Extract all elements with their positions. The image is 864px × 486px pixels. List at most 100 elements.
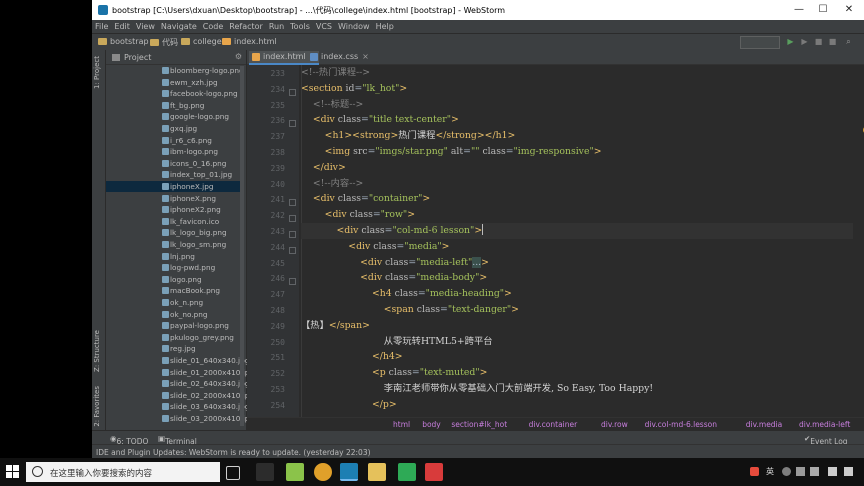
menu-vcs[interactable]: VCS — [313, 20, 335, 33]
breadcrumb-item[interactable]: div.media-left — [799, 420, 850, 429]
windows-start-icon[interactable] — [6, 465, 20, 479]
project-file-item[interactable]: google-logo.png — [106, 111, 240, 122]
todo-tool-tab[interactable]: ◉ 6: TODO — [110, 434, 148, 446]
menu-edit[interactable]: Edit — [111, 20, 133, 33]
close-tab-icon[interactable]: × — [362, 52, 369, 61]
project-file-item[interactable]: ok_n.png — [106, 297, 240, 308]
project-file-item[interactable]: ft_bg.png — [106, 100, 240, 111]
project-file-item[interactable]: ibm-logo.png — [106, 146, 240, 157]
fold-toggle-icon[interactable] — [289, 278, 296, 286]
project-file-item[interactable]: slide_01_2000x410.jpg — [106, 367, 254, 378]
app-icon-store[interactable] — [286, 463, 304, 481]
project-file-item[interactable]: facebook-logo.png — [106, 88, 240, 99]
project-file-item[interactable]: iphoneX.jpg — [106, 181, 240, 192]
menu-run[interactable]: Run — [266, 20, 287, 33]
breadcrumb-item[interactable]: section#lk_hot — [451, 420, 507, 429]
project-file-item[interactable]: bloomberg-logo.png — [106, 65, 244, 76]
nav-crumb-index-html[interactable]: index.html — [222, 37, 277, 46]
app-icon-red[interactable] — [425, 463, 443, 481]
project-file-item[interactable]: ewm_xzh.jpg — [106, 77, 240, 88]
project-file-item[interactable]: logo.png — [106, 274, 240, 285]
project-panel-header[interactable]: Project ⚙ — [106, 50, 246, 65]
menu-refactor[interactable]: Refactor — [226, 20, 266, 33]
project-file-item[interactable]: i_r6_c6.png — [106, 135, 240, 146]
fold-toggle-icon[interactable] — [289, 120, 296, 128]
coverage-icon[interactable]: ■ — [814, 37, 823, 46]
project-file-item[interactable]: slide_03_640x340.jpg — [106, 401, 249, 412]
menu-view[interactable]: View — [133, 20, 158, 33]
menu-window[interactable]: Window — [335, 20, 373, 33]
project-file-item[interactable]: lnj.png — [106, 251, 240, 262]
fold-toggle-icon[interactable] — [289, 88, 296, 96]
nav-crumb-bootstrap[interactable]: bootstrap — [98, 37, 149, 46]
run-config-dropdown[interactable] — [740, 36, 780, 49]
status-message[interactable]: IDE and Plugin Updates: WebStorm is read… — [96, 448, 371, 457]
project-file-item[interactable]: iphoneX.png — [106, 193, 240, 204]
sogou-ime-icon[interactable] — [750, 467, 759, 476]
network-icon[interactable] — [828, 467, 837, 476]
project-file-item[interactable]: paypal-logo.png — [106, 320, 240, 331]
project-file-item[interactable]: iphoneX2.png — [106, 204, 240, 215]
project-file-item[interactable]: gxq.jpg — [106, 123, 240, 134]
webstorm-taskbar-icon[interactable] — [340, 463, 358, 481]
project-file-item[interactable]: ok_no.png — [106, 309, 240, 320]
project-file-item[interactable]: lk_logo_sm.png — [106, 239, 240, 250]
tab-index-css[interactable]: index.css × — [307, 51, 375, 63]
nav-crumb-college[interactable]: college — [181, 37, 222, 46]
debug-icon[interactable]: ▶ — [800, 37, 809, 46]
run-icon[interactable]: ▶ — [786, 37, 795, 46]
app-icon-pinwheel[interactable] — [256, 463, 274, 481]
project-file-item[interactable]: slide_02_640x340.jpg — [106, 378, 249, 389]
fold-toggle-icon[interactable] — [289, 199, 296, 207]
menu-help[interactable]: Help — [373, 20, 397, 33]
breadcrumb-item[interactable]: body — [422, 420, 441, 429]
favorites-tool-tab[interactable]: 2: Favorites — [93, 386, 101, 427]
breadcrumb-item[interactable]: html — [393, 420, 410, 429]
ime-language-indicator[interactable]: 英 — [766, 466, 774, 477]
menu-navigate[interactable]: Navigate — [158, 20, 200, 33]
menu-tools[interactable]: Tools — [287, 20, 313, 33]
settings-icon[interactable] — [810, 467, 819, 476]
file-explorer-icon[interactable] — [368, 463, 386, 481]
stop-icon[interactable]: ■ — [828, 37, 837, 46]
keyboard-icon[interactable] — [796, 467, 805, 476]
minimize-button[interactable]: — — [792, 3, 806, 17]
fold-toggle-icon[interactable] — [289, 215, 296, 223]
mic-icon[interactable] — [782, 467, 791, 476]
search-everywhere-icon[interactable]: ⌕ — [844, 37, 853, 46]
project-scrollbar[interactable] — [240, 66, 244, 426]
task-view-icon[interactable] — [226, 466, 240, 480]
project-file-item[interactable]: lk_logo_big.png — [106, 227, 240, 238]
project-file-item[interactable]: slide_03_2000x410.jpg — [106, 413, 254, 424]
breadcrumb-item[interactable]: div.col-md-6.lesson — [645, 420, 717, 429]
maximize-button[interactable]: ☐ — [816, 3, 830, 17]
event-log-tool-tab[interactable]: ✔ Event Log — [804, 434, 848, 446]
project-file-item[interactable]: log-pwd.png — [106, 262, 240, 273]
settings-gear-icon[interactable]: ⚙ — [235, 52, 242, 61]
project-file-item[interactable]: lk_favicon.ico — [106, 216, 240, 227]
app-icon-green[interactable] — [398, 463, 416, 481]
close-button[interactable]: ✕ — [842, 3, 856, 17]
project-file-item[interactable]: icons_0_16.png — [106, 158, 240, 169]
project-file-item[interactable]: index_top_01.jpg — [106, 169, 240, 180]
breadcrumb-item[interactable]: div.row — [601, 420, 628, 429]
terminal-tool-tab[interactable]: ▣ Terminal — [158, 434, 197, 446]
project-tool-tab[interactable]: 1: Project — [93, 56, 101, 89]
menu-code[interactable]: Code — [200, 20, 226, 33]
breadcrumb-item[interactable]: div.container — [529, 420, 578, 429]
taskbar-search-box[interactable]: 在这里输入你要搜索的内容 — [26, 462, 220, 482]
notification-icon[interactable] — [844, 467, 853, 476]
fold-toggle-icon[interactable] — [289, 246, 296, 254]
project-file-item[interactable]: slide_02_2000x410.jpg — [106, 390, 254, 401]
structure-tool-tab[interactable]: Z: Structure — [93, 330, 101, 372]
code-text-area[interactable]: <!--热门课程--> <section id="lk_hot"> <!--标题-… — [301, 65, 861, 417]
editor-scrollbar[interactable] — [853, 65, 861, 417]
nav-crumb-code[interactable]: 代码 — [150, 37, 178, 48]
breadcrumb-item[interactable]: div.media — [746, 420, 782, 429]
project-file-item[interactable]: slide_01_640x340.jpg — [106, 355, 249, 366]
project-file-item[interactable]: macBook.png — [106, 285, 240, 296]
menu-file[interactable]: File — [92, 20, 111, 33]
project-file-item[interactable]: reg.jpg — [106, 343, 240, 354]
project-file-item[interactable]: pkulogo_grey.png — [106, 332, 240, 343]
fold-toggle-icon[interactable] — [289, 231, 296, 238]
